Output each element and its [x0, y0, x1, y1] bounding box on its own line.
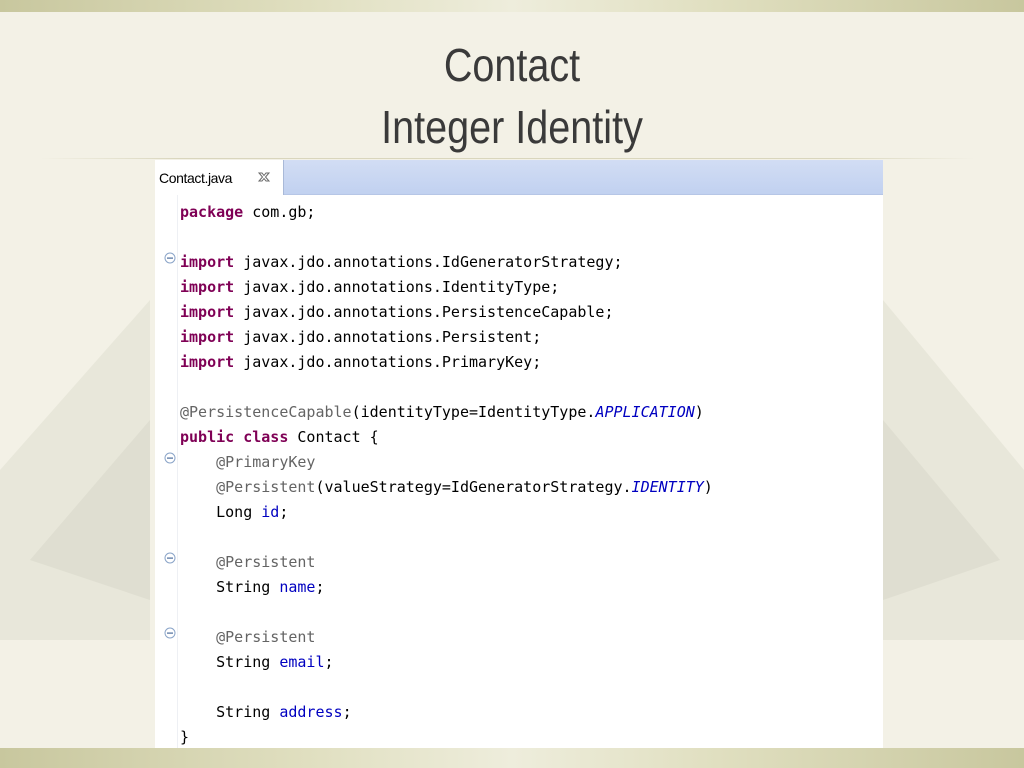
code-line: import javax.jdo.annotations.Persistence…: [180, 303, 614, 321]
gutter-divider: [177, 195, 178, 749]
collapse-minus-icon[interactable]: [164, 252, 176, 264]
code-line: import javax.jdo.annotations.PrimaryKey;: [180, 353, 542, 371]
code-line: String name;: [216, 578, 325, 596]
code-line: }: [180, 728, 190, 746]
code-line: @PersistenceCapable(identityType=Identit…: [180, 403, 704, 421]
collapse-minus-icon[interactable]: [164, 552, 176, 564]
slide-title-line2: Integer Identity: [381, 101, 643, 153]
top-decorative-band: [0, 0, 1024, 12]
bottom-decorative-band: [0, 748, 1024, 768]
code-line: import javax.jdo.annotations.IdentityTyp…: [180, 278, 560, 296]
code-line: String address;: [216, 703, 352, 721]
code-line: import javax.jdo.annotations.Persistent;: [180, 328, 542, 346]
slide-title: Contact Integer Identity: [72, 34, 953, 158]
code-line: Long id;: [216, 503, 289, 521]
editor-gutter: [155, 195, 177, 749]
code-editor: Contact.java package com.gb; import java…: [155, 160, 883, 749]
code-line: String email;: [216, 653, 334, 671]
code-line: @Persistent: [216, 628, 316, 646]
tab-contact-java[interactable]: Contact.java: [155, 160, 284, 195]
code-line: @Persistent: [216, 553, 316, 571]
code-line: @Persistent(valueStrategy=IdGeneratorStr…: [216, 478, 713, 496]
collapse-minus-icon[interactable]: [164, 452, 176, 464]
editor-tab-bar: Contact.java: [155, 160, 883, 195]
source-code[interactable]: package com.gb; import javax.jdo.annotat…: [180, 200, 880, 749]
close-icon[interactable]: [256, 169, 272, 185]
code-line: public class Contact {: [180, 428, 379, 446]
collapse-minus-icon[interactable]: [164, 627, 176, 639]
tab-label: Contact.java: [159, 170, 233, 186]
code-line: import javax.jdo.annotations.IdGenerator…: [180, 253, 623, 271]
code-line: @PrimaryKey: [216, 453, 316, 471]
slide-title-line1: Contact: [443, 39, 581, 91]
title-divider: [40, 158, 975, 159]
code-line: package com.gb;: [180, 203, 316, 221]
